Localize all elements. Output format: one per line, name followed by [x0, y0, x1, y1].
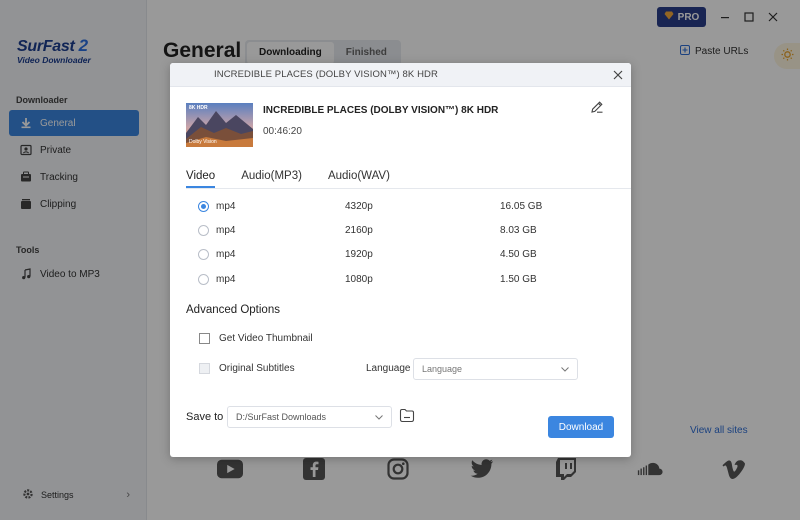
- format-row[interactable]: mp4 2160p 8.03 GB: [198, 221, 618, 239]
- get-thumbnail-option[interactable]: Get Video Thumbnail: [199, 333, 313, 344]
- format-radio[interactable]: [198, 224, 209, 236]
- format-radio[interactable]: [198, 248, 209, 260]
- format-size: 16.05 GB: [500, 200, 543, 212]
- format-resolution: 1920p: [345, 248, 373, 260]
- original-subtitles-checkbox: [199, 363, 210, 374]
- format-resolution: 2160p: [345, 224, 373, 236]
- pencil-icon: [591, 101, 603, 113]
- original-subtitles-option: Original Subtitles: [199, 363, 295, 374]
- format-row[interactable]: mp4 1080p 1.50 GB: [198, 270, 618, 288]
- get-thumbnail-label: Get Video Thumbnail: [219, 333, 313, 344]
- save-path-select[interactable]: D:/SurFast Downloads: [227, 406, 392, 428]
- original-subtitles-label: Original Subtitles: [219, 363, 295, 374]
- save-path-value: D:/SurFast Downloads: [236, 412, 327, 422]
- video-title: INCREDIBLE PLACES (DOLBY VISION™) 8K HDR: [263, 105, 499, 116]
- advanced-options-title: Advanced Options: [186, 304, 280, 316]
- chevron-down-icon: [561, 364, 569, 374]
- format-size: 4.50 GB: [500, 248, 537, 260]
- chevron-down-icon: [375, 412, 383, 422]
- format-tabs: Video Audio(MP3) Audio(WAV): [186, 170, 416, 188]
- tabs-divider: [186, 188, 631, 189]
- download-button[interactable]: Download: [548, 416, 614, 438]
- tab-audio-mp3[interactable]: Audio(MP3): [241, 170, 302, 188]
- format-radio[interactable]: [198, 273, 209, 285]
- language-label: Language: [366, 363, 411, 374]
- download-options-dialog: INCREDIBLE PLACES (DOLBY VISION™) 8K HDR…: [170, 63, 631, 457]
- video-duration: 00:46:20: [263, 126, 302, 137]
- video-thumbnail: 8K HDR Dolby Vision: [186, 103, 253, 147]
- format-ext: mp4: [216, 224, 236, 236]
- format-radio[interactable]: [198, 200, 209, 212]
- close-icon: [613, 70, 623, 80]
- format-resolution: 1080p: [345, 273, 373, 285]
- thumbnail-badge: 8K HDR: [189, 105, 208, 111]
- format-size: 1.50 GB: [500, 273, 537, 285]
- format-row[interactable]: mp4 4320p 16.05 GB: [198, 197, 618, 215]
- edit-title-button[interactable]: [590, 100, 605, 115]
- dialog-title: INCREDIBLE PLACES (DOLBY VISION™) 8K HDR: [214, 69, 438, 80]
- get-thumbnail-checkbox[interactable]: [199, 333, 210, 344]
- folder-icon: [399, 408, 415, 423]
- format-ext: mp4: [216, 200, 236, 212]
- format-size: 8.03 GB: [500, 224, 537, 236]
- format-ext: mp4: [216, 248, 236, 260]
- save-to-label: Save to: [186, 411, 224, 423]
- format-row[interactable]: mp4 1920p 4.50 GB: [198, 245, 618, 263]
- format-ext: mp4: [216, 273, 236, 285]
- dialog-header: INCREDIBLE PLACES (DOLBY VISION™) 8K HDR: [170, 63, 631, 87]
- language-value: Language: [422, 364, 463, 374]
- browse-folder-button[interactable]: [399, 408, 417, 426]
- dialog-close-button[interactable]: [613, 69, 625, 81]
- format-resolution: 4320p: [345, 200, 373, 212]
- thumbnail-brand: Dolby Vision: [189, 139, 217, 145]
- language-select[interactable]: Language: [413, 358, 578, 380]
- tab-video[interactable]: Video: [186, 170, 216, 188]
- tab-audio-wav[interactable]: Audio(WAV): [328, 170, 390, 188]
